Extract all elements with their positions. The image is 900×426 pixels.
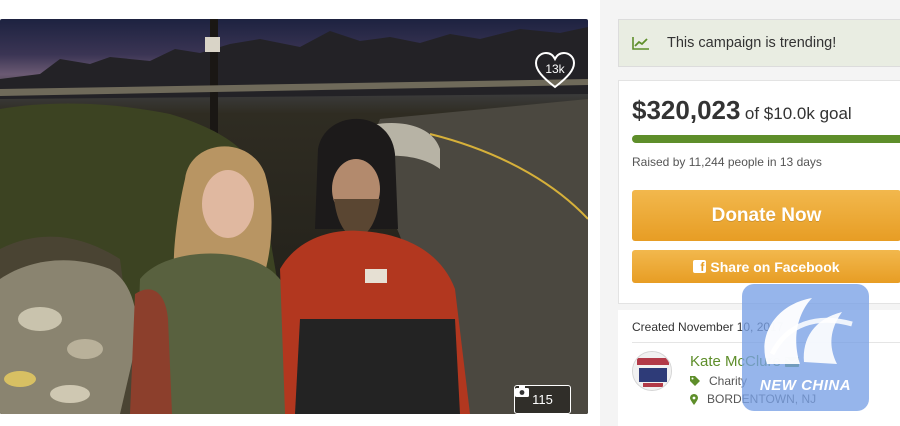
tag-icon bbox=[690, 376, 700, 386]
campaign-page: 13k 115 This campaign is trending! $320,… bbox=[0, 0, 900, 426]
favorites-count: 13k bbox=[545, 62, 565, 76]
chart-line-icon bbox=[632, 37, 649, 50]
donate-now-button[interactable]: Donate Now bbox=[632, 190, 900, 241]
news-agency-watermark: NEW CHINA bbox=[742, 284, 869, 411]
donor-summary: Raised by 11,244 people in 13 days bbox=[632, 155, 822, 169]
funding-progress-fill bbox=[632, 135, 900, 143]
avatar-image bbox=[633, 352, 671, 390]
share-facebook-label: Share on Facebook bbox=[710, 258, 840, 275]
watermark-text: NEW CHINA bbox=[759, 377, 852, 394]
goal-amount: of $10.0k goal bbox=[744, 104, 852, 123]
category-row[interactable]: Charity bbox=[690, 374, 747, 388]
favorite-button[interactable]: 13k bbox=[534, 52, 576, 90]
photo-count: 115 bbox=[532, 392, 553, 407]
facebook-icon: f bbox=[693, 260, 707, 273]
photo-gallery-button[interactable]: 115 bbox=[514, 385, 571, 414]
camera-icon bbox=[515, 386, 529, 397]
donation-card: $320,023 of $10.0k goal Raised by 11,244… bbox=[618, 80, 900, 304]
funding-progress-bar bbox=[632, 135, 900, 143]
trending-banner: This campaign is trending! bbox=[618, 19, 900, 67]
campaign-photo[interactable]: 13k 115 bbox=[0, 19, 588, 414]
trending-text: This campaign is trending! bbox=[667, 35, 837, 51]
campaign-photo-scene bbox=[0, 19, 588, 414]
watermark-logo bbox=[764, 298, 853, 364]
amount-raised: $320,023 bbox=[632, 95, 741, 125]
organizer-avatar[interactable] bbox=[632, 351, 672, 391]
share-facebook-button[interactable]: f Share on Facebook bbox=[632, 250, 900, 283]
amount-raised-line: $320,023 of $10.0k goal bbox=[632, 95, 852, 126]
map-pin-icon bbox=[690, 393, 698, 405]
